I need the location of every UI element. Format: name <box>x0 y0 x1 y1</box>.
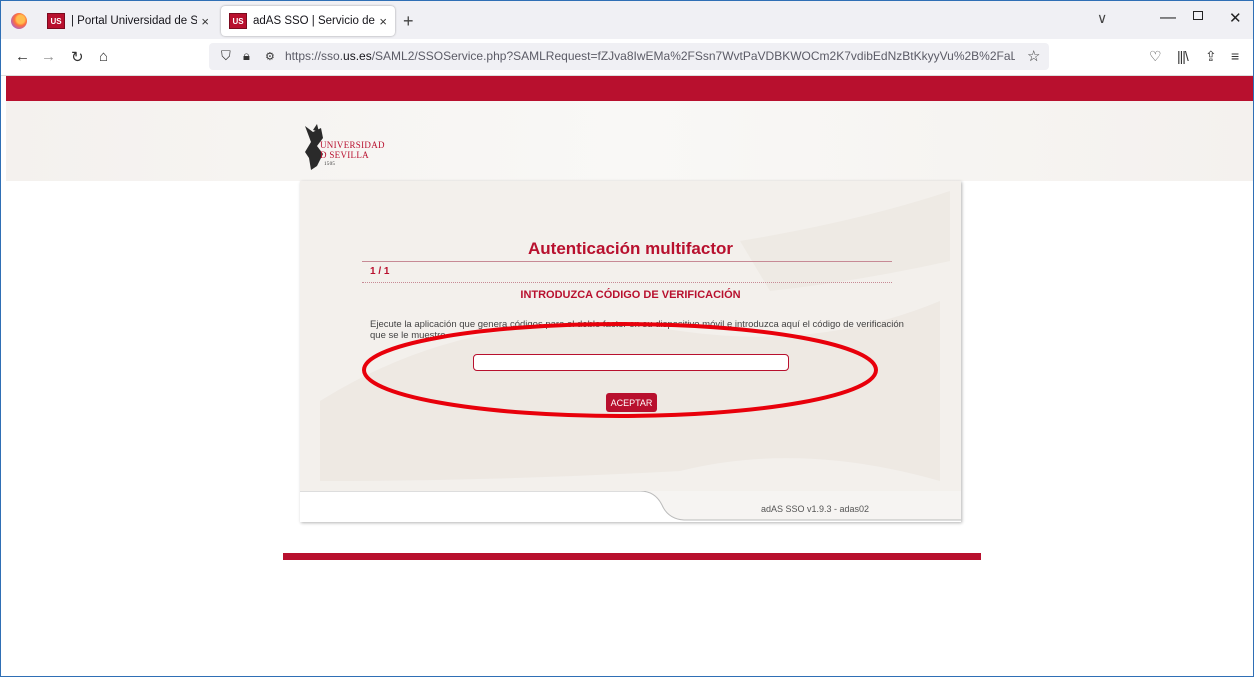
top-red-bar <box>6 76 1253 101</box>
bottom-red-bar <box>283 553 981 560</box>
university-logo-text: UNIVERSIDAD D SEVILLA 1505 <box>320 140 385 170</box>
tab-portal[interactable]: US | Portal Universidad de Sevilla × <box>39 6 217 36</box>
tab-title: adAS SSO | Servicio de Single Si <box>253 15 375 27</box>
title-divider <box>362 261 892 262</box>
url-text[interactable]: https://sso.us.es/SAML2/SSOService.php?S… <box>285 49 1015 63</box>
url-prefix: https://sso. <box>285 49 344 63</box>
navigation-bar: ← → ↻ ⌂ ⛉ 🔒︎ ⚙ https://sso.us.es/SAML2/S… <box>1 39 1253 76</box>
us-favicon-icon: US <box>229 13 247 29</box>
step-indicator: 1 / 1 <box>370 266 390 277</box>
url-domain: us.es <box>343 49 372 63</box>
tab-title: | Portal Universidad de Sevilla <box>71 15 198 27</box>
tab-adas-sso[interactable]: US adAS SSO | Servicio de Single Si × <box>221 6 395 36</box>
share-icon[interactable]: ⇪ <box>1205 48 1217 65</box>
logo-line-2: D SEVILLA <box>320 150 369 160</box>
permissions-icon[interactable]: ⚙ <box>265 50 275 63</box>
minimize-icon[interactable]: — <box>1160 9 1176 27</box>
header-band <box>6 101 1253 181</box>
section-subtitle: INTRODUZCA CÓDIGO DE VERIFICACIÓN <box>520 289 741 301</box>
menu-icon[interactable]: ≡ <box>1231 48 1239 64</box>
firefox-logo-icon[interactable] <box>11 13 27 29</box>
tab-close-icon[interactable]: × <box>201 14 209 29</box>
star-icon[interactable]: ☆ <box>1027 47 1040 65</box>
annotation-ellipse <box>362 322 878 418</box>
reload-icon[interactable]: ↻ <box>71 48 84 66</box>
tab-list-chevron-icon[interactable]: ∨ <box>1097 10 1107 27</box>
shield-icon[interactable]: ⛉ <box>221 48 231 64</box>
library-icon[interactable]: |||\ <box>1177 48 1189 64</box>
lock-icon[interactable]: 🔒︎ <box>243 48 250 64</box>
logo-year: 1505 <box>324 162 336 167</box>
window-close-icon[interactable]: ✕ <box>1229 9 1242 27</box>
us-favicon-icon: US <box>47 13 65 29</box>
step-divider <box>362 282 892 283</box>
new-tab-button[interactable]: + <box>403 11 414 32</box>
tab-close-icon[interactable]: × <box>379 14 387 29</box>
logo-line-1: UNIVERSIDAD <box>320 140 385 150</box>
home-icon[interactable]: ⌂ <box>99 48 108 65</box>
version-text: adAS SSO v1.9.3 - adas02 <box>761 504 870 514</box>
url-path: /SAML2/SSOService.php?SAMLRequest=fZJva8… <box>371 49 1015 63</box>
pocket-icon[interactable]: ♡ <box>1149 48 1162 65</box>
page-title: Autenticación multifactor <box>528 239 733 258</box>
url-bar[interactable]: ⛉ 🔒︎ ⚙ https://sso.us.es/SAML2/SSOServic… <box>209 43 1049 70</box>
back-icon[interactable]: ← <box>15 48 30 65</box>
restore-icon[interactable] <box>1193 11 1203 20</box>
tab-strip: US | Portal Universidad de Sevilla × US … <box>1 1 1253 39</box>
forward-icon[interactable]: → <box>41 48 56 65</box>
